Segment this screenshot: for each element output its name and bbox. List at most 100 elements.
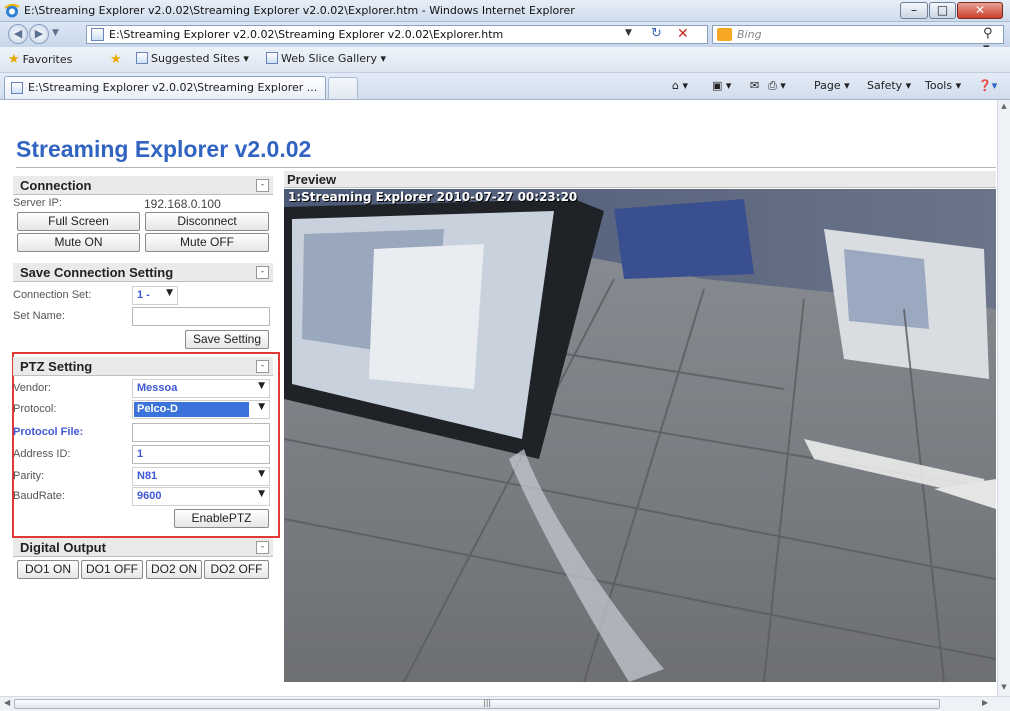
favorites-button[interactable]: ★ Favorites bbox=[8, 52, 72, 67]
scroll-right-icon[interactable]: ▶ bbox=[982, 698, 988, 707]
page-content: Streaming Explorer v2.0.02 Connection - … bbox=[0, 100, 997, 696]
chevron-down-icon: ▼ bbox=[258, 469, 265, 479]
address-id-input[interactable]: 1 bbox=[132, 445, 270, 464]
mail-icon[interactable]: ✉ bbox=[750, 79, 759, 92]
save-setting-button[interactable]: Save Setting bbox=[185, 330, 269, 349]
save-connection-header: Save Connection Setting - bbox=[13, 263, 273, 282]
video-preview[interactable]: 1:Streaming Explorer 2010-07-27 00:23:20 bbox=[284, 189, 996, 682]
horizontal-scrollbar[interactable]: ◀ ||| ▶ bbox=[0, 696, 1010, 711]
vendor-select[interactable]: Messoa ▼ bbox=[132, 379, 270, 398]
do1-off-button[interactable]: DO1 OFF bbox=[81, 560, 143, 579]
bing-logo-icon bbox=[717, 28, 732, 41]
baudrate-select[interactable]: 9600 ▼ bbox=[132, 487, 270, 506]
close-button[interactable]: ✕ bbox=[957, 2, 1003, 19]
search-box[interactable]: Bing ⚲ ▾ bbox=[712, 25, 1004, 56]
ie-logo-icon bbox=[4, 3, 20, 18]
preview-header: Preview bbox=[284, 171, 996, 188]
favorite-link-web-slice-gallery[interactable]: Web Slice Gallery ▾ bbox=[266, 52, 386, 65]
protocol-select[interactable]: Pelco-D ▼ bbox=[132, 400, 270, 419]
tab-bar: E:\Streaming Explorer v2.0.02\Streaming … bbox=[0, 73, 1010, 100]
new-tab-button[interactable] bbox=[328, 77, 358, 99]
minimize-icon: – bbox=[911, 3, 917, 17]
vertical-scrollbar[interactable]: ▲ ▼ bbox=[997, 100, 1010, 696]
page-title: Streaming Explorer v2.0.02 bbox=[16, 136, 312, 162]
parity-select[interactable]: N81 ▼ bbox=[132, 467, 270, 486]
connection-set-label: Connection Set: bbox=[13, 289, 92, 301]
disconnect-button[interactable]: Disconnect bbox=[145, 212, 269, 231]
back-arrow-icon: ◀ bbox=[13, 27, 23, 40]
collapse-button[interactable]: - bbox=[256, 266, 269, 279]
page-menu[interactable]: Page ▾ bbox=[814, 79, 850, 92]
do2-off-button[interactable]: DO2 OFF bbox=[204, 560, 269, 579]
set-name-input[interactable] bbox=[132, 307, 270, 326]
collapse-button[interactable]: - bbox=[256, 541, 269, 554]
maximize-button[interactable]: □ bbox=[929, 2, 956, 19]
home-icon[interactable]: ⌂ ▾ bbox=[672, 79, 688, 92]
stop-icon[interactable]: ✕ bbox=[677, 26, 689, 42]
connection-header: Connection - bbox=[13, 176, 273, 195]
recent-pages-dropdown-icon[interactable]: ▼ bbox=[52, 28, 59, 38]
minimize-button[interactable]: – bbox=[900, 2, 928, 19]
forward-arrow-icon: ▶ bbox=[34, 27, 44, 40]
favorites-bar: ★ Favorites ★ Suggested Sites ▾ Web Slice… bbox=[0, 47, 1010, 73]
scroll-left-icon[interactable]: ◀ bbox=[4, 698, 10, 707]
back-button[interactable]: ◀ bbox=[8, 24, 28, 44]
mute-on-button[interactable]: Mute ON bbox=[17, 233, 140, 252]
title-divider bbox=[16, 167, 996, 168]
enable-ptz-button[interactable]: EnablePTZ bbox=[174, 509, 269, 528]
feeds-icon[interactable]: ▣ ▾ bbox=[712, 79, 731, 92]
window-title: E:\Streaming Explorer v2.0.02\Streaming … bbox=[24, 4, 575, 17]
do1-on-button[interactable]: DO1 ON bbox=[17, 560, 79, 579]
address-bar[interactable]: E:\Streaming Explorer v2.0.02\Streaming … bbox=[86, 25, 708, 44]
server-ip-label: Server IP: bbox=[13, 197, 62, 209]
scroll-down-icon[interactable]: ▼ bbox=[998, 683, 1010, 691]
add-favorites-icon[interactable]: ★ bbox=[110, 52, 125, 67]
tools-menu[interactable]: Tools ▾ bbox=[925, 79, 961, 92]
digital-output-header: Digital Output - bbox=[13, 538, 273, 557]
protocol-label: Protocol: bbox=[13, 403, 57, 415]
window-titlebar: E:\Streaming Explorer v2.0.02\Streaming … bbox=[0, 0, 1010, 22]
connection-set-select[interactable]: 1 - ▼ bbox=[132, 286, 178, 305]
address-dropdown-icon[interactable]: ▼ bbox=[625, 28, 632, 38]
chevron-down-icon: ▼ bbox=[258, 489, 265, 499]
maximize-icon: □ bbox=[936, 3, 949, 17]
refresh-icon[interactable]: ↻ bbox=[651, 26, 662, 41]
favorites-label: Favorites bbox=[22, 53, 73, 66]
do2-on-button[interactable]: DO2 ON bbox=[146, 560, 202, 579]
server-ip-value: 192.168.0.100 bbox=[144, 197, 221, 211]
help-icon[interactable]: ❓▾ bbox=[978, 79, 997, 92]
favorite-link-suggested-sites[interactable]: Suggested Sites ▾ bbox=[136, 52, 249, 65]
forward-button[interactable]: ▶ bbox=[29, 24, 49, 44]
video-osd-timestamp: 1:Streaming Explorer 2010-07-27 00:23:20 bbox=[288, 190, 578, 204]
grip-icon: ||| bbox=[483, 698, 492, 707]
browser-tab[interactable]: E:\Streaming Explorer v2.0.02\Streaming … bbox=[4, 76, 326, 99]
search-placeholder[interactable]: Bing bbox=[737, 28, 762, 41]
ie-tab-icon bbox=[11, 82, 23, 94]
tab-title: E:\Streaming Explorer v2.0.02\Streaming … bbox=[28, 81, 318, 94]
page-icon bbox=[136, 52, 148, 64]
camera-feed-image bbox=[284, 189, 996, 682]
address-id-label: Address ID: bbox=[13, 448, 71, 460]
chevron-down-icon: ▼ bbox=[258, 402, 265, 412]
safety-menu[interactable]: Safety ▾ bbox=[867, 79, 911, 92]
ptz-setting-header: PTZ Setting - bbox=[13, 357, 273, 376]
favorites-star-icon: ★ bbox=[8, 52, 20, 67]
chevron-down-icon: ▼ bbox=[166, 288, 173, 298]
full-screen-button[interactable]: Full Screen bbox=[17, 212, 140, 231]
parity-label: Parity: bbox=[13, 470, 45, 482]
mute-off-button[interactable]: Mute OFF bbox=[145, 233, 269, 252]
print-icon[interactable]: ⎙ ▾ bbox=[768, 79, 786, 93]
chevron-down-icon: ▼ bbox=[258, 381, 265, 391]
page-icon bbox=[266, 52, 278, 64]
collapse-button[interactable]: - bbox=[256, 179, 269, 192]
address-url[interactable]: E:\Streaming Explorer v2.0.02\Streaming … bbox=[109, 28, 503, 41]
baudrate-label: BaudRate: bbox=[13, 490, 65, 502]
scrollbar-thumb[interactable]: ||| bbox=[14, 698, 940, 709]
page-icon bbox=[91, 28, 104, 41]
protocol-file-input[interactable] bbox=[132, 423, 270, 442]
protocol-file-label: Protocol File: bbox=[13, 426, 84, 438]
scroll-up-icon[interactable]: ▲ bbox=[998, 102, 1010, 110]
close-icon: ✕ bbox=[974, 3, 986, 17]
vendor-label: Vendor: bbox=[13, 382, 51, 394]
collapse-button[interactable]: - bbox=[256, 360, 269, 373]
